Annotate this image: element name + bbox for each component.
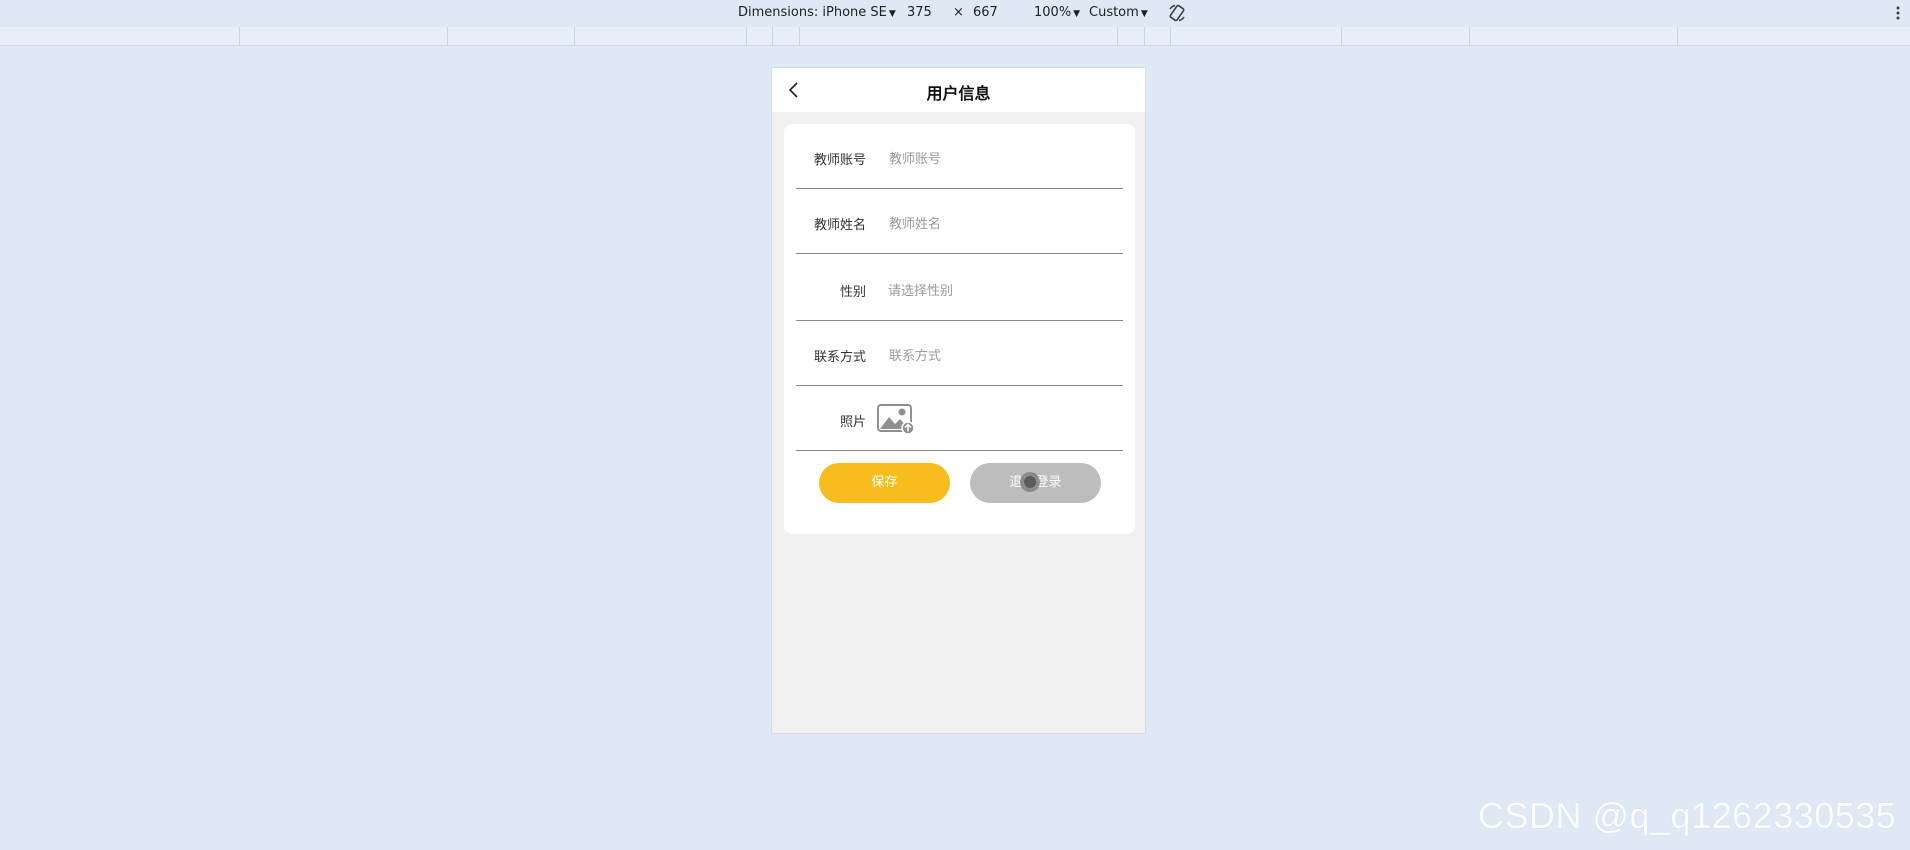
contact-row: 联系方式 联系方式 xyxy=(796,321,1123,386)
dropdown-caret-icon: ▼ xyxy=(1073,9,1081,19)
page-title: 用户信息 xyxy=(926,84,991,103)
mq-divider xyxy=(746,27,747,46)
height-input[interactable]: 667 xyxy=(973,5,998,20)
contact-label: 联系方式 xyxy=(813,350,866,365)
teacher-name-input[interactable]: 教师姓名 xyxy=(889,213,941,232)
times-symbol: × xyxy=(953,5,964,20)
nav-bar: 用户信息 xyxy=(772,68,1145,112)
contact-input[interactable]: 联系方式 xyxy=(889,345,941,364)
photo-label: 照片 xyxy=(839,415,866,430)
mq-divider xyxy=(239,27,240,46)
image-upload-icon[interactable] xyxy=(877,403,915,435)
dropdown-caret-icon: ▼ xyxy=(1140,9,1148,19)
teacher-name-label: 教师姓名 xyxy=(813,218,866,233)
zoom-label: 100% xyxy=(1034,5,1072,20)
mq-divider xyxy=(574,27,575,46)
mq-divider xyxy=(1469,27,1470,46)
mq-divider xyxy=(1677,27,1678,46)
mq-divider xyxy=(1117,27,1118,46)
zoom-select[interactable]: 100% ▼ xyxy=(1034,5,1080,20)
gender-label: 性别 xyxy=(839,285,866,300)
gender-select[interactable]: 请选择性别 xyxy=(888,280,953,299)
more-options-icon[interactable] xyxy=(1895,3,1901,23)
gender-row: 性别 请选择性别 xyxy=(796,254,1123,321)
teacher-account-label: 教师账号 xyxy=(813,153,866,168)
mq-divider xyxy=(1341,27,1342,46)
teacher-account-row: 教师账号 教师账号 xyxy=(796,124,1123,189)
device-select-label: Dimensions: iPhone SE xyxy=(738,5,887,20)
mq-divider xyxy=(1170,27,1171,46)
mq-divider xyxy=(772,27,773,46)
teacher-account-input[interactable]: 教师账号 xyxy=(889,148,941,167)
dropdown-caret-icon: ▼ xyxy=(888,9,896,19)
mq-divider xyxy=(1144,27,1145,46)
media-query-bar[interactable] xyxy=(0,27,1910,46)
width-input[interactable]: 375 xyxy=(907,5,932,20)
throttle-label: Custom xyxy=(1089,5,1139,20)
csdn-watermark: CSDN @q_q1262330535 xyxy=(1478,795,1897,836)
photo-row: 照片 xyxy=(796,386,1123,451)
device-viewport: 用户信息 教师账号 教师账号 教师姓名 教师姓名 性别 请选择性别 联系方式 联… xyxy=(771,67,1146,734)
teacher-name-row: 教师姓名 教师姓名 xyxy=(796,189,1123,254)
devtools-toolbar: Dimensions: iPhone SE ▼ 375 × 667 100% ▼ C… xyxy=(0,0,1910,27)
device-select[interactable]: Dimensions: iPhone SE ▼ xyxy=(738,5,896,20)
save-button[interactable]: 保存 xyxy=(819,463,950,503)
mq-divider xyxy=(799,27,800,46)
rotate-icon[interactable] xyxy=(1167,3,1187,23)
throttle-select[interactable]: Custom ▼ xyxy=(1089,5,1148,20)
touch-cursor-icon xyxy=(1020,472,1040,492)
mq-divider xyxy=(447,27,448,46)
